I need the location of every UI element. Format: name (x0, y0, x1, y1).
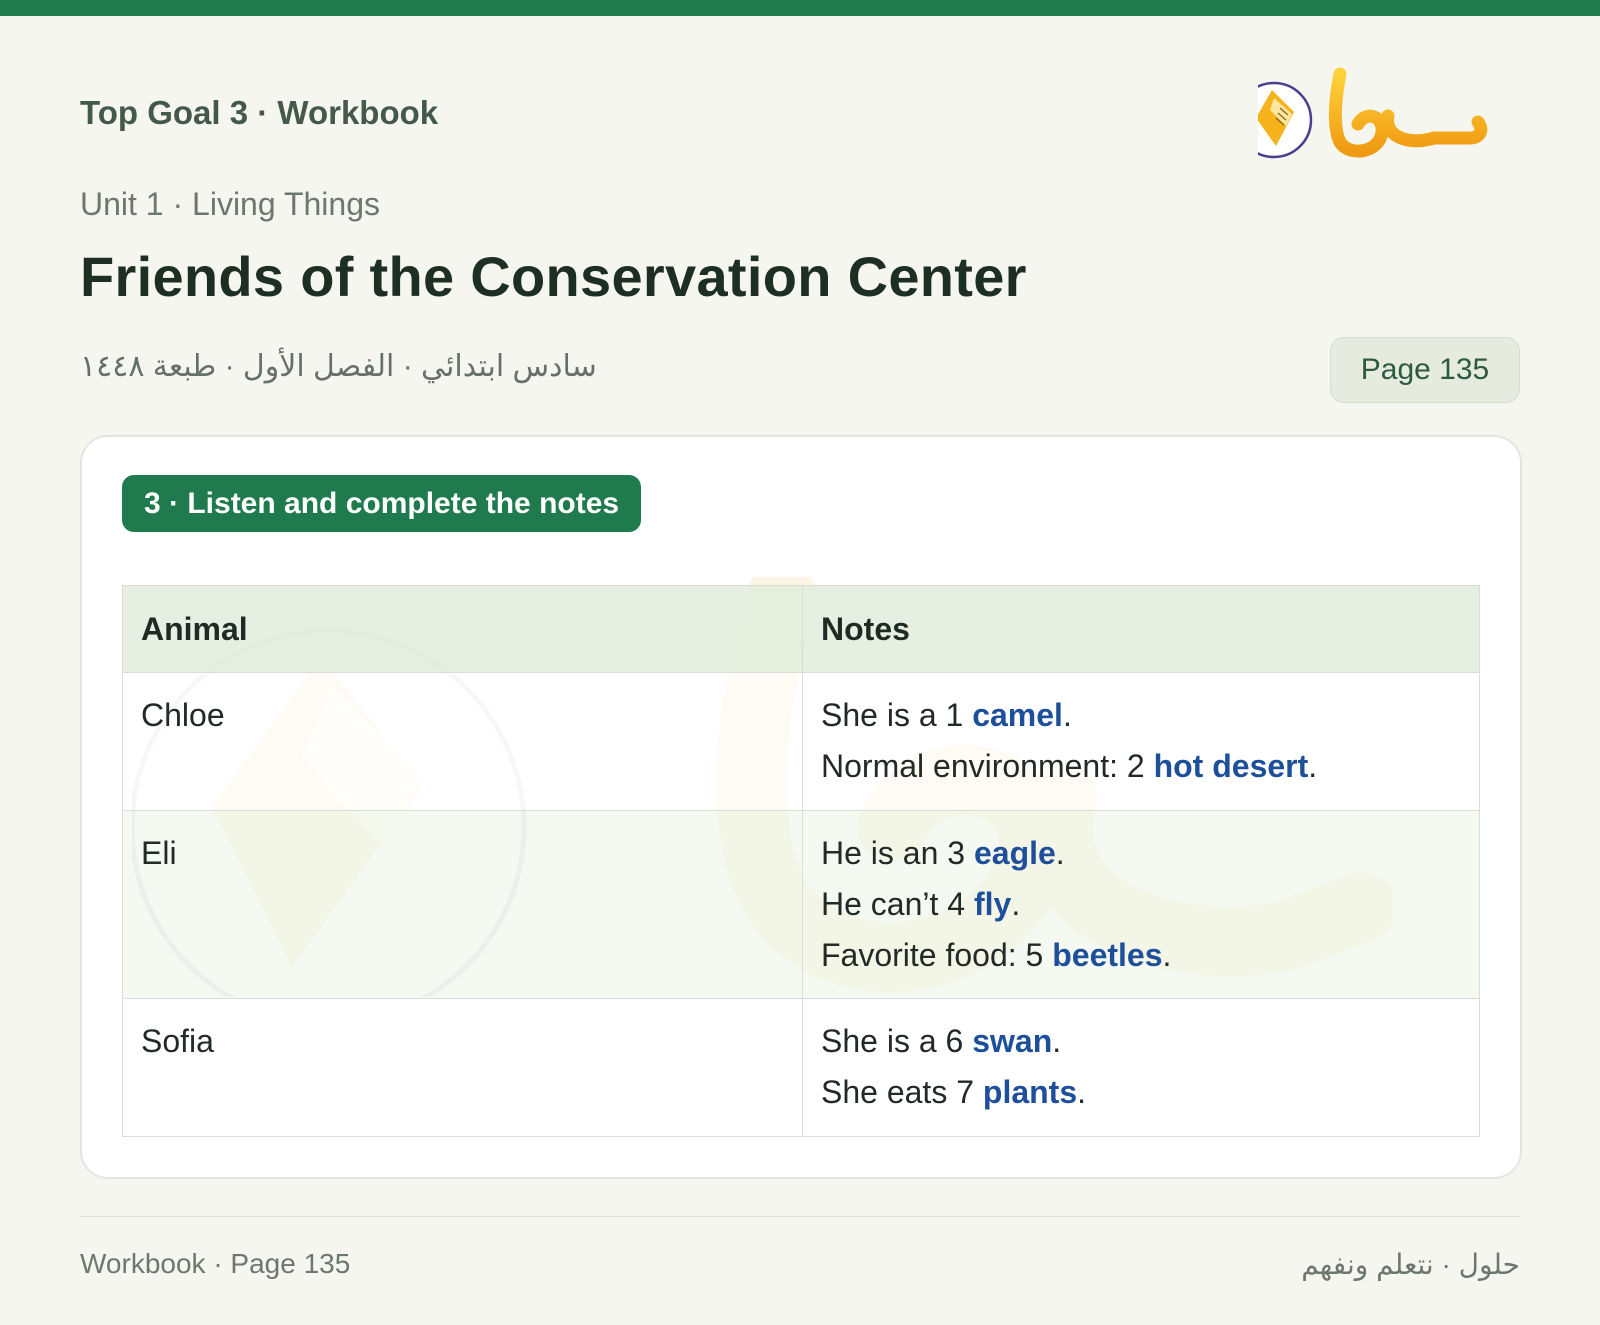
animal-name: Eli (141, 835, 177, 871)
answer-text: swan (972, 1023, 1053, 1059)
note-text: She is a 6 (821, 1023, 973, 1059)
animal-cell: Chloe (122, 672, 803, 811)
header-notes: Notes (802, 585, 1480, 673)
note-text: Favorite food: 5 (821, 937, 1053, 973)
note-punct: . (1011, 886, 1021, 922)
table-row: Chloe She is a 1 camel. Normal environme… (122, 672, 1480, 811)
animal-cell: Eli (122, 810, 803, 999)
note-text: Normal environment: 2 (821, 748, 1154, 784)
note-line: She eats 7 plants. (821, 1070, 1461, 1121)
notes-cell: She is a 1 camel. Normal environment: 2 … (802, 672, 1480, 811)
note-punct: . (1062, 697, 1072, 733)
note-text: He can’t 4 (821, 886, 974, 922)
note-punct: . (1052, 1023, 1062, 1059)
answer-text: plants (982, 1074, 1078, 1110)
note-punct: . (1308, 748, 1318, 784)
note-line: He is an 3 eagle. (821, 831, 1461, 882)
answer-text: camel (972, 697, 1063, 733)
top-accent-bar (0, 0, 1600, 16)
arabic-meta: سادس ابتدائي · الفصل الأول · طبعة ١٤٤٨ (80, 350, 597, 383)
answer-text: eagle (973, 835, 1056, 871)
page-badge: Page 135 (1330, 337, 1520, 403)
animal-name: Chloe (141, 697, 225, 733)
note-punct: . (1077, 1074, 1087, 1110)
note-line: Normal environment: 2 hot desert. (821, 744, 1461, 795)
notes-table: Animal Notes Chloe She is a 1 camel. Nor… (122, 585, 1480, 1137)
table-row: Sofia She is a 6 swan. She eats 7 plants… (122, 998, 1480, 1137)
note-line: She is a 6 swan. (821, 1019, 1461, 1070)
answer-text: fly (973, 886, 1012, 922)
header-animal: Animal (122, 585, 803, 673)
note-punct: . (1055, 835, 1065, 871)
unit-line: Unit 1 · Living Things (80, 186, 380, 222)
note-text: He is an 3 (821, 835, 974, 871)
note-line: Favorite food: 5 beetles. (821, 933, 1461, 984)
hulul-logo-icon (1235, 67, 1488, 159)
book-title: Top Goal 3 · Workbook (80, 94, 439, 131)
animal-cell: Sofia (122, 998, 803, 1137)
exercise-card: 3 · Listen and complete the notes Animal… (80, 435, 1522, 1179)
footer-left: Workbook · Page 135 (80, 1248, 351, 1279)
note-punct: . (1162, 937, 1172, 973)
answer-text: hot desert (1153, 748, 1309, 784)
lesson-title: Friends of the Conservation Center (80, 245, 1027, 308)
animal-name: Sofia (141, 1023, 214, 1059)
table-row: Eli He is an 3 eagle. He can’t 4 fly. Fa… (122, 810, 1480, 999)
hulul-logo (1235, 66, 1508, 166)
answer-text: beetles (1052, 937, 1163, 973)
notes-cell: He is an 3 eagle. He can’t 4 fly. Favori… (802, 810, 1480, 999)
footer-divider (80, 1216, 1520, 1217)
table-header-row: Animal Notes (122, 585, 1480, 673)
footer-right: حلول · نتعلم ونفهم (1301, 1249, 1520, 1280)
notes-cell: She is a 6 swan. She eats 7 plants. (802, 998, 1480, 1137)
note-text: She is a 1 (821, 697, 973, 733)
exercise-label: 3 · Listen and complete the notes (122, 475, 642, 532)
note-line: She is a 1 camel. (821, 693, 1461, 744)
note-line: He can’t 4 fly. (821, 882, 1461, 933)
note-text: She eats 7 (821, 1074, 983, 1110)
